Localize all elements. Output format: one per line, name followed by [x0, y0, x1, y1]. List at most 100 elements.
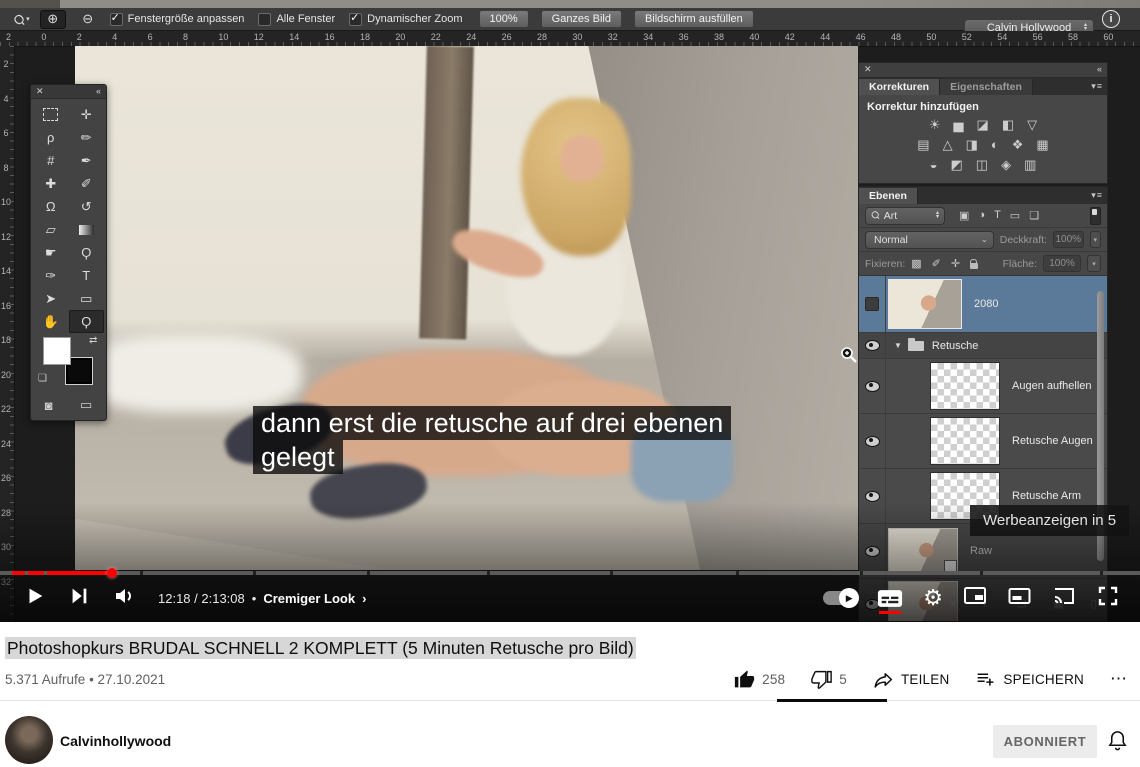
layer-name[interactable]: Raw: [970, 545, 992, 557]
panel-menu-icon[interactable]: ▾≡: [1091, 81, 1103, 92]
adjustment-photo-filter[interactable]: ◐: [991, 137, 999, 153]
close-icon[interactable]: ✕: [864, 64, 872, 75]
disclosure-triangle-icon[interactable]: ▼: [894, 341, 902, 350]
miniplayer-button[interactable]: [963, 584, 987, 613]
layer-row-augen-aufhellen[interactable]: Augen aufhellen: [859, 359, 1107, 414]
adjustment-gradient-map[interactable]: ▥: [1024, 157, 1036, 173]
opacity-value[interactable]: 100%: [1053, 231, 1084, 248]
adjustment-exposure[interactable]: ◧: [1002, 117, 1014, 133]
layer-row-retusche-augen[interactable]: Retusche Augen: [859, 414, 1107, 469]
layer-thumbnail-empty[interactable]: [930, 417, 1000, 465]
filter-toggle-switch[interactable]: [1090, 207, 1101, 225]
adjustment-threshold[interactable]: ◫: [976, 157, 988, 173]
adjustment-levels[interactable]: ▅: [954, 117, 964, 133]
channel-name[interactable]: Calvinhollywood: [60, 733, 171, 749]
layer-group-retusche[interactable]: ▼ Retusche: [859, 333, 1107, 359]
cast-button[interactable]: [1052, 584, 1076, 613]
info-icon[interactable]: i: [1102, 10, 1120, 28]
more-actions-button[interactable]: ⋯: [1110, 669, 1128, 689]
adjustment-black-white[interactable]: ◨: [966, 137, 978, 153]
fill-value[interactable]: 100%: [1043, 255, 1081, 272]
layer-thumbnail[interactable]: [888, 279, 962, 329]
blend-mode-select[interactable]: Normal⌄: [865, 231, 994, 249]
lock-transparent-icon[interactable]: ▩: [911, 257, 921, 270]
video-player[interactable]: Ϙ▾ ⊕ ⊖ Fenstergröße anpassenAlle Fenster…: [0, 0, 1140, 622]
adjustment-color-lookup[interactable]: ▦: [1036, 137, 1048, 153]
eye-icon[interactable]: [865, 546, 880, 557]
dislike-button[interactable]: 5: [811, 669, 847, 690]
lock-paint-icon[interactable]: ✐: [932, 257, 941, 270]
tool-eraser[interactable]: ▱: [33, 218, 69, 241]
filter-shape-layers[interactable]: ▭: [1010, 209, 1020, 222]
adjustment-curves[interactable]: ◪: [977, 117, 989, 133]
channel-avatar[interactable]: [5, 716, 53, 764]
tool-smudge[interactable]: ☛: [33, 241, 69, 264]
filter-pixel-layers[interactable]: ▣: [959, 209, 969, 222]
screen-mode-button[interactable]: ▭: [80, 397, 92, 413]
chapter-title[interactable]: Cremiger Look: [263, 591, 355, 606]
collapse-icon[interactable]: «: [96, 86, 101, 96]
tool-crop[interactable]: #: [33, 149, 69, 172]
fullscreen-button[interactable]: [1096, 584, 1120, 613]
adjustment-channel-mixer[interactable]: ❖: [1012, 137, 1024, 153]
subscribed-button[interactable]: ABONNIERT: [993, 725, 1097, 758]
tab-ebenen[interactable]: Ebenen: [859, 188, 918, 204]
adjustment-posterize[interactable]: ◩: [950, 157, 962, 173]
adjustment-color-balance[interactable]: △: [943, 137, 953, 153]
eye-icon[interactable]: [865, 436, 880, 447]
zoom-tool-preset[interactable]: Ϙ▾: [14, 12, 30, 27]
tool-clone-stamp[interactable]: Ω: [33, 195, 69, 218]
share-button[interactable]: TEILEN: [873, 669, 949, 690]
tab-korrekturen[interactable]: Korrekturen: [859, 79, 940, 95]
close-icon[interactable]: ✕: [36, 86, 44, 97]
subtitles-button[interactable]: [877, 589, 903, 608]
layer-row-2080[interactable]: 2080: [859, 276, 1107, 333]
layer-name[interactable]: Retusche Arm: [1012, 490, 1081, 502]
tool-path-selection[interactable]: ➤: [33, 287, 69, 310]
default-colors-icon[interactable]: ❏: [38, 373, 47, 384]
tool-move[interactable]: ✛: [69, 103, 105, 126]
play-button[interactable]: [24, 585, 46, 612]
layer-filter-select[interactable]: ϘArt▴▾: [865, 207, 945, 225]
tab-eigenschaften[interactable]: Eigenschaften: [940, 79, 1033, 95]
eye-icon[interactable]: [865, 491, 880, 502]
adjustment-selective-color[interactable]: ◈: [1001, 157, 1011, 173]
tool-hand[interactable]: ✋: [33, 310, 69, 333]
swap-colors-icon[interactable]: ⇄: [89, 335, 97, 346]
zoom-out-button[interactable]: ⊖: [76, 11, 100, 28]
notification-bell-icon[interactable]: [1106, 729, 1129, 757]
tool-shape[interactable]: ▭: [69, 287, 105, 310]
tool-rectangular-marquee[interactable]: [33, 103, 69, 126]
tool-quick-selection[interactable]: ✏: [69, 126, 105, 149]
tool-spot-healing[interactable]: ✚: [33, 172, 69, 195]
tool-lasso[interactable]: ρ: [33, 126, 69, 149]
tool-dodge[interactable]: Ϙ: [69, 241, 105, 264]
adjustment-vibrance[interactable]: ▽: [1027, 117, 1037, 133]
volume-button[interactable]: [112, 584, 136, 613]
layer-thumbnail[interactable]: [888, 528, 958, 574]
lock-position-icon[interactable]: ✛: [951, 257, 960, 270]
quick-mask-button[interactable]: ◙: [45, 398, 53, 413]
layer-thumbnail-empty[interactable]: [930, 362, 1000, 410]
palette-header[interactable]: ✕«: [31, 85, 106, 99]
layer-name[interactable]: Augen aufhellen: [1012, 380, 1092, 392]
ps-photo-canvas[interactable]: [75, 46, 858, 570]
scrubber-handle[interactable]: [107, 568, 117, 578]
visibility-checkbox[interactable]: [865, 297, 879, 311]
panel-menu-icon[interactable]: ▾≡: [1091, 190, 1103, 201]
chevron-down-icon[interactable]: ▾: [1087, 255, 1101, 272]
eye-icon[interactable]: [865, 381, 880, 392]
tool-zoom[interactable]: Ϙ: [69, 310, 105, 333]
adjustment-invert[interactable]: ◒: [930, 157, 938, 173]
panel-header[interactable]: ✕«: [859, 63, 1107, 78]
group-name[interactable]: Retusche: [932, 340, 978, 352]
tool-history-brush[interactable]: ↺: [69, 195, 105, 218]
filter-smart-objects[interactable]: ❏: [1029, 209, 1039, 222]
tool-type[interactable]: T: [69, 264, 105, 287]
lock-all-icon[interactable]: [970, 263, 978, 269]
next-button[interactable]: [68, 585, 90, 612]
filter-type-layers[interactable]: T: [994, 209, 1001, 222]
zoom-in-button[interactable]: ⊕: [40, 10, 66, 29]
foreground-color-swatch[interactable]: [43, 337, 71, 365]
save-button[interactable]: SPEICHERN: [975, 669, 1084, 690]
